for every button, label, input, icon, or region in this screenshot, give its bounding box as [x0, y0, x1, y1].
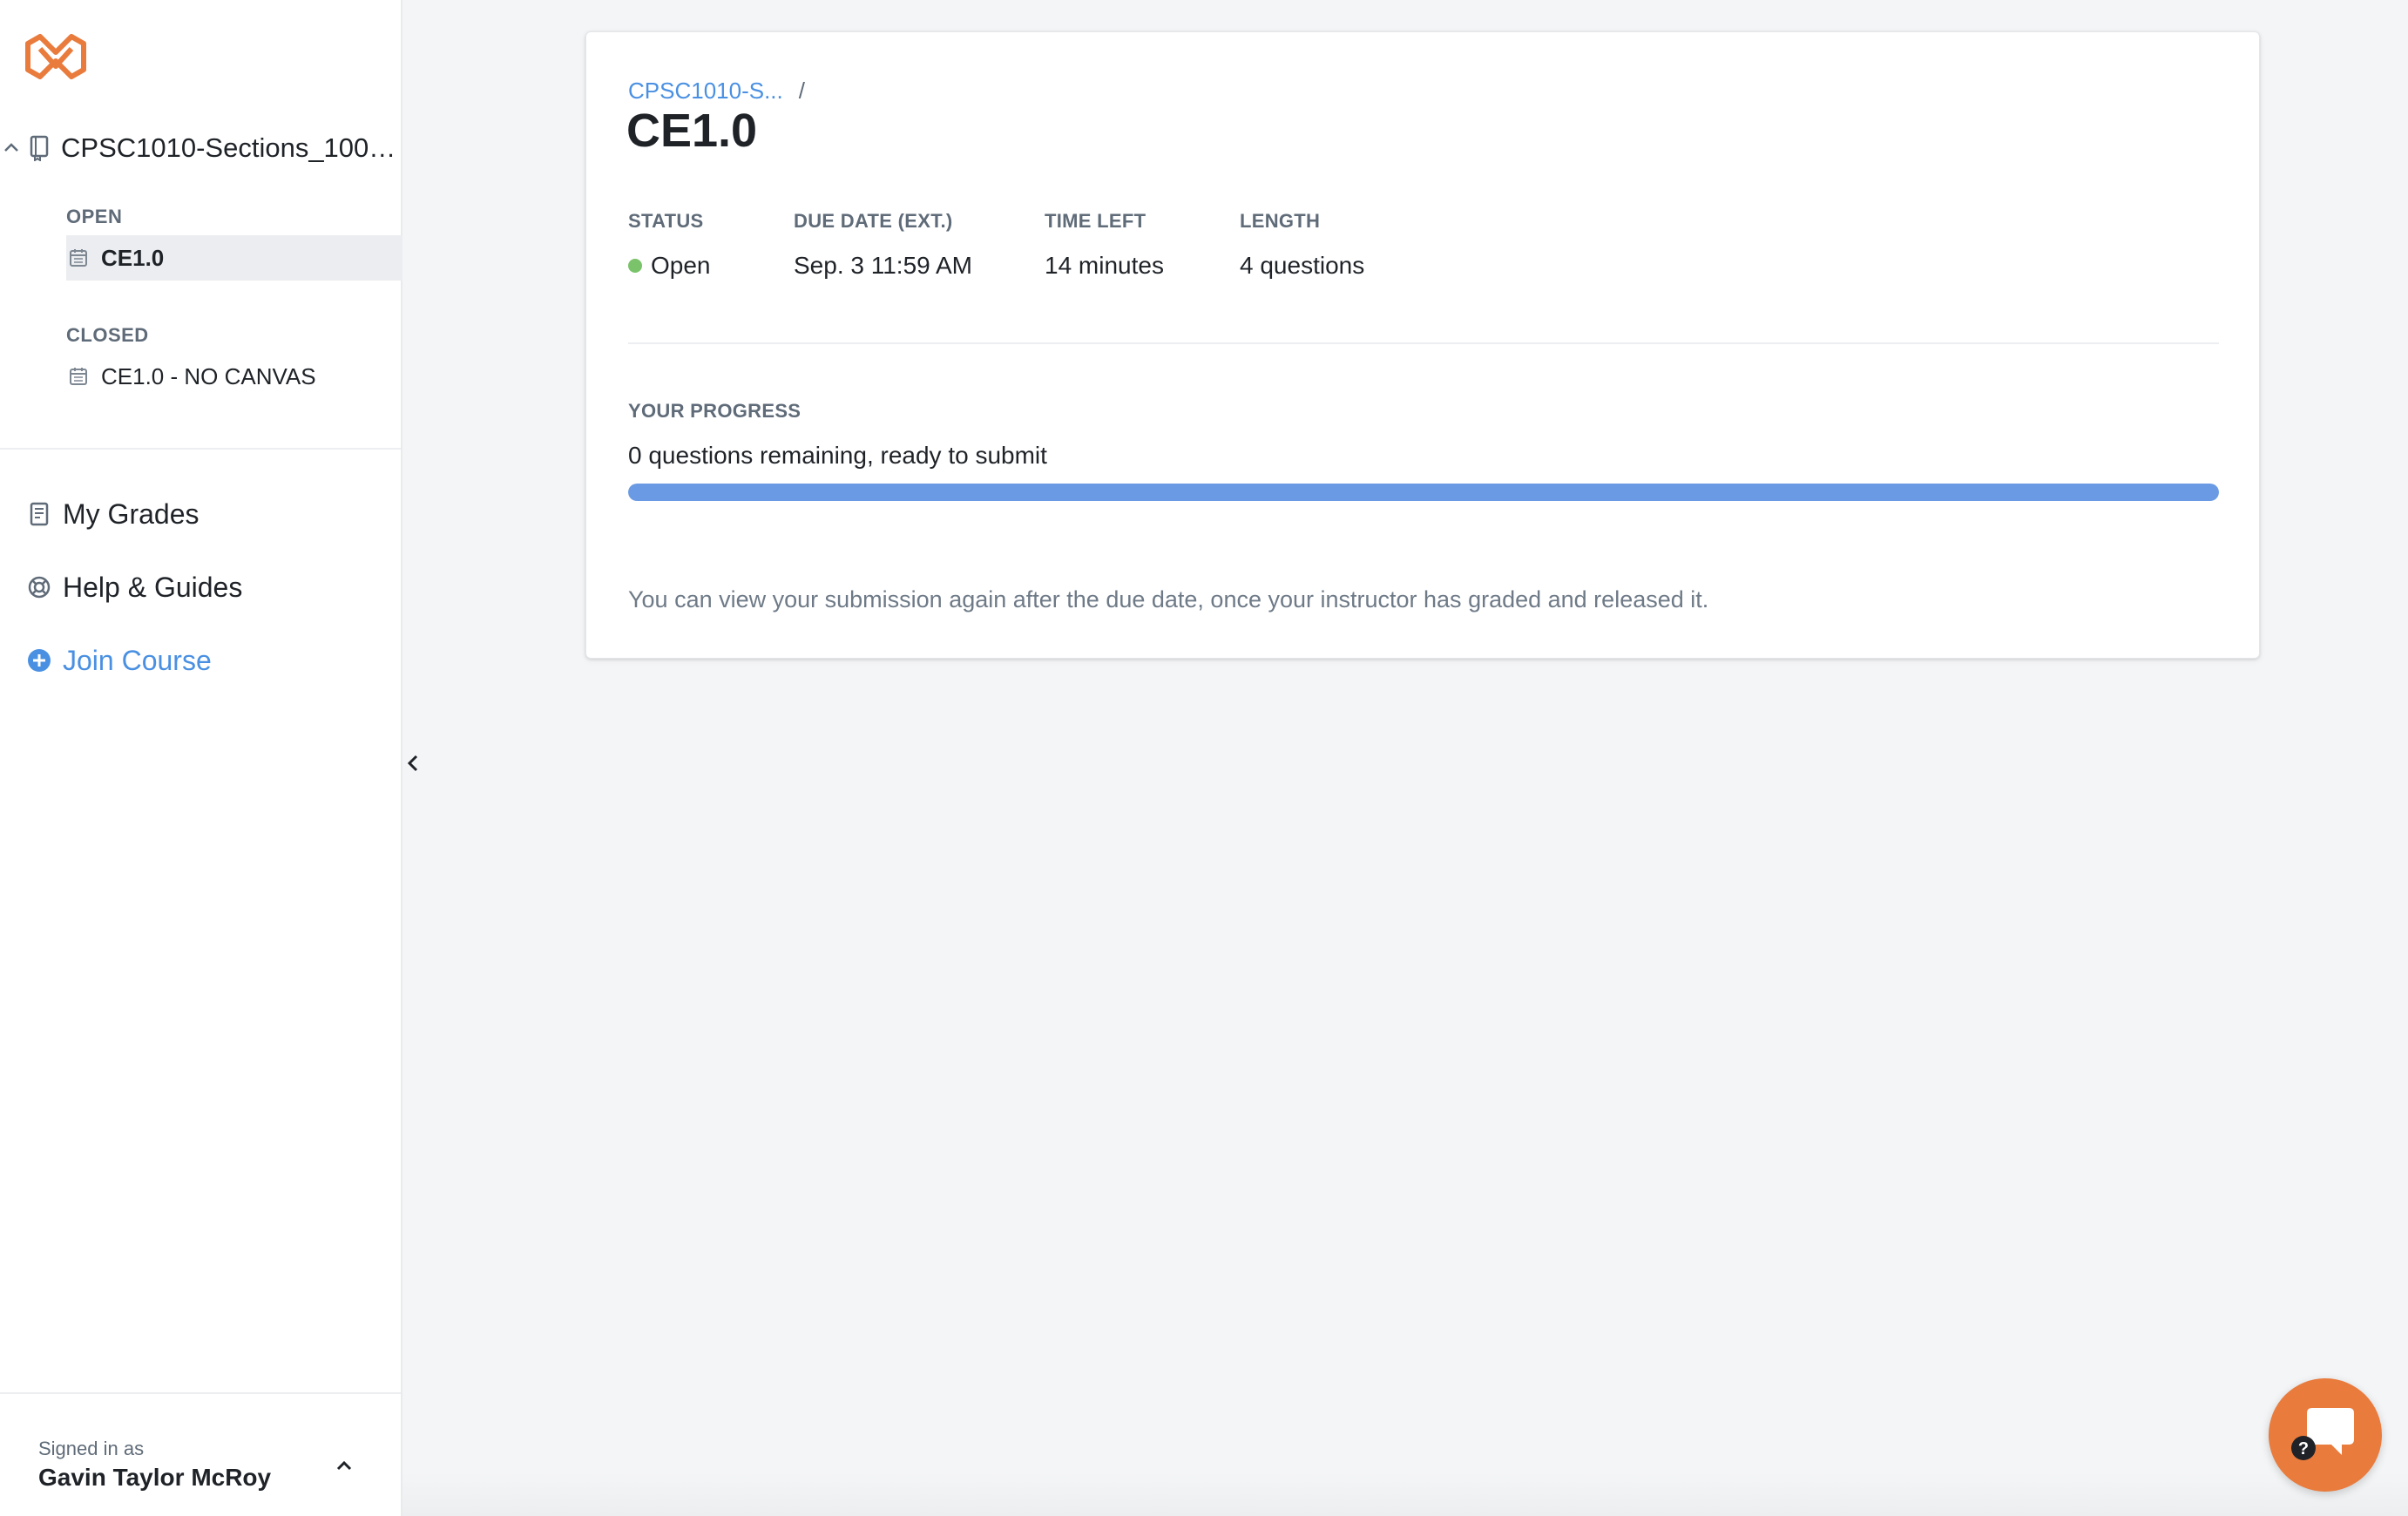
- submission-note: You can view your submission again after…: [628, 586, 1709, 612]
- status-dot-icon: [628, 259, 642, 273]
- meta-length: LENGTH 4 questions: [1240, 210, 1364, 280]
- chat-help-button[interactable]: ?: [2269, 1378, 2382, 1492]
- course-selector[interactable]: CPSC1010-Sections_100_...: [0, 127, 401, 169]
- meta-due-date: DUE DATE (EXT.) Sep. 3 11:59 AM: [794, 210, 972, 280]
- time-left-value: 14 minutes: [1045, 252, 1164, 279]
- assignment-item-label: CE1.0 - NO CANVAS: [101, 362, 316, 389]
- progress-text: 0 questions remaining, ready to submit: [628, 442, 1047, 469]
- user-name: Gavin Taylor McRoy: [38, 1464, 272, 1491]
- due-date-value: Sep. 3 11:59 AM: [794, 252, 972, 279]
- book-icon: [28, 135, 51, 162]
- course-name: CPSC1010-Sections_100_...: [61, 132, 401, 163]
- sidebar-divider: [0, 448, 401, 450]
- assignment-card: CPSC1010-S... / CE1.0 STATUS Open DUE DA…: [585, 31, 2260, 659]
- group-label-open: OPEN: [66, 206, 123, 227]
- breadcrumb-course-link[interactable]: CPSC1010-S...: [628, 78, 783, 105]
- meta-label: DUE DATE (EXT.): [794, 210, 953, 232]
- signed-in-label: Signed in as: [38, 1438, 145, 1459]
- progress-bar: [628, 484, 2219, 501]
- gradebook-icon: [26, 501, 52, 527]
- sidebar-footer: Signed in as Gavin Taylor McRoy: [0, 1392, 401, 1516]
- meta-label: LENGTH: [1240, 210, 1321, 232]
- nav-help-guides[interactable]: Help & Guides: [26, 566, 242, 608]
- chat-help-icon: ?: [2291, 1408, 2354, 1460]
- breadcrumb: CPSC1010-S... /: [628, 78, 805, 105]
- chevron-up-icon[interactable]: [329, 1452, 359, 1481]
- plus-circle-icon: [26, 647, 52, 673]
- svg-text:?: ?: [2298, 1439, 2309, 1458]
- breadcrumb-separator: /: [798, 78, 805, 104]
- nav-my-grades[interactable]: My Grades: [26, 493, 199, 535]
- status-value: Open: [651, 252, 711, 279]
- bottom-fade: [402, 1472, 2408, 1516]
- chevron-up-icon[interactable]: [2, 139, 21, 158]
- meta-time-left: TIME LEFT 14 minutes: [1045, 210, 1164, 280]
- join-course-link[interactable]: Join Course: [26, 640, 212, 681]
- meta-status: STATUS Open: [628, 210, 711, 280]
- group-label-closed: CLOSED: [66, 324, 149, 346]
- card-divider: [628, 342, 2219, 344]
- nav-label: My Grades: [63, 497, 200, 530]
- progress-label: YOUR PROGRESS: [628, 400, 802, 422]
- progress-bar-fill: [628, 484, 2219, 501]
- calendar-icon: [68, 366, 89, 387]
- meta-label: TIME LEFT: [1045, 210, 1147, 232]
- lifebuoy-icon: [26, 574, 52, 600]
- assignment-item-label: CE1.0: [101, 244, 165, 271]
- meta-value: Open: [628, 252, 711, 280]
- collapse-sidebar-icon[interactable]: [401, 748, 425, 779]
- nav-label: Help & Guides: [63, 571, 243, 603]
- page-title: CE1.0: [626, 105, 758, 157]
- sidebar: CPSC1010-Sections_100_... OPEN CE1.0 CLO…: [0, 0, 402, 1516]
- assignment-item-ce1-no-canvas[interactable]: CE1.0 - NO CANVAS: [66, 354, 402, 399]
- meta-label: STATUS: [628, 210, 704, 232]
- length-value: 4 questions: [1240, 252, 1365, 279]
- brand-logo-icon[interactable]: [23, 31, 89, 82]
- assignment-item-ce1[interactable]: CE1.0: [66, 235, 402, 281]
- calendar-icon: [68, 247, 89, 268]
- nav-label: Join Course: [63, 644, 212, 676]
